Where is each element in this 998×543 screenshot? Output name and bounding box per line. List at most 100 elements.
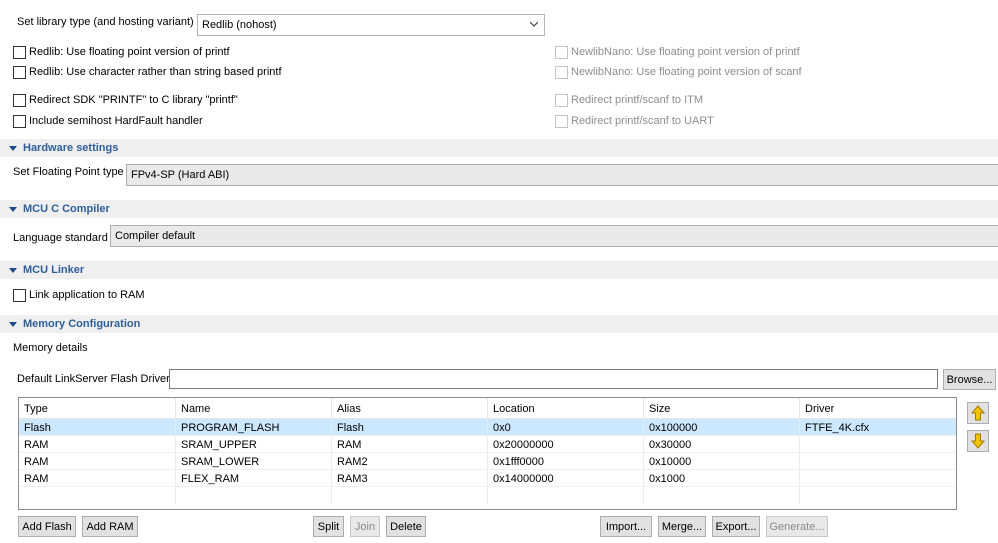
mcu-linker-section-header[interactable]: MCU Linker [0,261,998,279]
checkbox-label: Link application to RAM [29,289,145,301]
redirect-uart-checkbox[interactable]: Redirect printf/scanf to UART [555,113,714,129]
checkbox-label: Redlib: Use character rather than string… [29,66,282,78]
checkbox-box[interactable] [13,114,26,128]
checkbox-label: Redirect printf/scanf to ITM [571,94,704,106]
cell-name[interactable]: FLEX_RAM [176,470,332,487]
cell-name[interactable]: SRAM_LOWER [176,453,332,470]
library-type-label: Set library type (and hosting variant) [17,16,194,28]
cell-alias[interactable]: RAM3 [332,470,488,487]
column-header-name[interactable]: Name [176,398,332,419]
section-title: MCU Linker [23,264,85,276]
semihost-hardfault-checkbox[interactable]: Include semihost HardFault handler [13,113,203,129]
cell-name[interactable]: SRAM_UPPER [176,436,332,453]
cell-driver[interactable]: FTFE_4K.cfx [800,419,956,436]
checkbox-box[interactable] [13,288,26,302]
cell-size[interactable]: 0x30000 [644,436,800,453]
split-button[interactable]: Split [313,516,344,537]
floating-point-label: Set Floating Point type [13,166,124,178]
empty-cell [19,487,176,504]
checkbox-box[interactable] [13,45,26,59]
section-title: Hardware settings [23,142,119,154]
cell-size[interactable]: 0x100000 [644,419,800,436]
cell-type[interactable]: RAM [19,470,176,487]
memory-configuration-section-header[interactable]: Memory Configuration [0,315,998,333]
checkbox-box[interactable] [555,114,568,128]
cell-alias[interactable]: RAM2 [332,453,488,470]
table-row[interactable]: Flash PROGRAM_FLASH Flash 0x0 0x100000 F… [19,419,956,436]
empty-cell [488,487,644,504]
column-header-size[interactable]: Size [644,398,800,419]
language-standard-select[interactable]: Compiler default [110,225,998,247]
empty-cell [176,487,332,504]
column-header-driver[interactable]: Driver [800,398,956,419]
memory-details-label: Memory details [13,342,88,354]
generate-button[interactable]: Generate... [766,516,828,537]
link-to-ram-checkbox[interactable]: Link application to RAM [13,287,145,303]
cell-driver[interactable] [800,436,956,453]
export-button[interactable]: Export... [712,516,760,537]
redlib-float-printf-checkbox[interactable]: Redlib: Use floating point version of pr… [13,44,230,60]
merge-button[interactable]: Merge... [658,516,706,537]
language-standard-label: Language standard [13,232,108,244]
cell-alias[interactable]: RAM [332,436,488,453]
table-row[interactable]: RAM SRAM_LOWER RAM2 0x1fff0000 0x10000 [19,453,956,470]
cell-type[interactable]: Flash [19,419,176,436]
cell-type[interactable]: RAM [19,436,176,453]
redlib-char-printf-checkbox[interactable]: Redlib: Use character rather than string… [13,64,282,80]
delete-button[interactable]: Delete [386,516,426,537]
collapse-triangle-icon [9,321,17,327]
move-down-button[interactable] [967,430,989,452]
cell-name[interactable]: PROGRAM_FLASH [176,419,332,436]
checkbox-label: NewlibNano: Use floating point version o… [571,66,802,78]
column-header-location[interactable]: Location [488,398,644,419]
newlibnano-float-printf-checkbox[interactable]: NewlibNano: Use floating point version o… [555,44,800,60]
column-header-type[interactable]: Type [19,398,176,419]
cell-location[interactable]: 0x0 [488,419,644,436]
library-type-select[interactable]: Redlib (nohost) [197,14,545,36]
language-standard-value: Compiler default [115,230,196,242]
add-flash-button[interactable]: Add Flash [18,516,76,537]
flash-driver-input[interactable] [169,369,938,389]
cell-location[interactable]: 0x20000000 [488,436,644,453]
move-up-button[interactable] [967,402,989,424]
hardware-settings-section-header[interactable]: Hardware settings [0,139,998,157]
column-header-alias[interactable]: Alias [332,398,488,419]
cell-driver[interactable] [800,453,956,470]
cell-location[interactable]: 0x14000000 [488,470,644,487]
add-ram-button[interactable]: Add RAM [82,516,138,537]
join-button[interactable]: Join [350,516,380,537]
checkbox-box[interactable] [555,65,568,79]
table-header-row: Type Name Alias Location Size Driver [19,398,956,419]
checkbox-box[interactable] [555,45,568,59]
checkbox-box[interactable] [13,65,26,79]
newlibnano-float-scanf-checkbox[interactable]: NewlibNano: Use floating point version o… [555,64,802,80]
cell-alias[interactable]: Flash [332,419,488,436]
table-row[interactable]: RAM SRAM_UPPER RAM 0x20000000 0x30000 [19,436,956,453]
cell-size[interactable]: 0x10000 [644,453,800,470]
section-title: Memory Configuration [23,318,141,330]
cell-location[interactable]: 0x1fff0000 [488,453,644,470]
checkbox-box[interactable] [13,93,26,107]
browse-button[interactable]: Browse... [943,369,996,390]
import-button[interactable]: Import... [600,516,652,537]
library-type-value: Redlib (nohost) [202,19,277,31]
checkbox-label: Redlib: Use floating point version of pr… [29,46,230,58]
memory-table[interactable]: Type Name Alias Location Size Driver Fla… [18,397,957,510]
section-title: MCU C Compiler [23,203,110,215]
table-row[interactable]: RAM FLEX_RAM RAM3 0x14000000 0x1000 [19,470,956,487]
checkbox-box[interactable] [555,93,568,107]
cell-driver[interactable] [800,470,956,487]
cell-type[interactable]: RAM [19,453,176,470]
checkbox-label: Redirect printf/scanf to UART [571,115,714,127]
collapse-triangle-icon [9,145,17,151]
collapse-triangle-icon [9,206,17,212]
chevron-down-icon [530,21,538,27]
floating-point-value: FPv4-SP (Hard ABI) [131,169,230,181]
checkbox-label: Redirect SDK "PRINTF" to C library "prin… [29,94,238,106]
floating-point-select[interactable]: FPv4-SP (Hard ABI) [126,164,998,186]
arrow-up-icon [971,405,985,421]
cell-size[interactable]: 0x1000 [644,470,800,487]
redirect-sdk-printf-checkbox[interactable]: Redirect SDK "PRINTF" to C library "prin… [13,92,238,108]
redirect-itm-checkbox[interactable]: Redirect printf/scanf to ITM [555,92,703,108]
mcu-c-compiler-section-header[interactable]: MCU C Compiler [0,200,998,218]
